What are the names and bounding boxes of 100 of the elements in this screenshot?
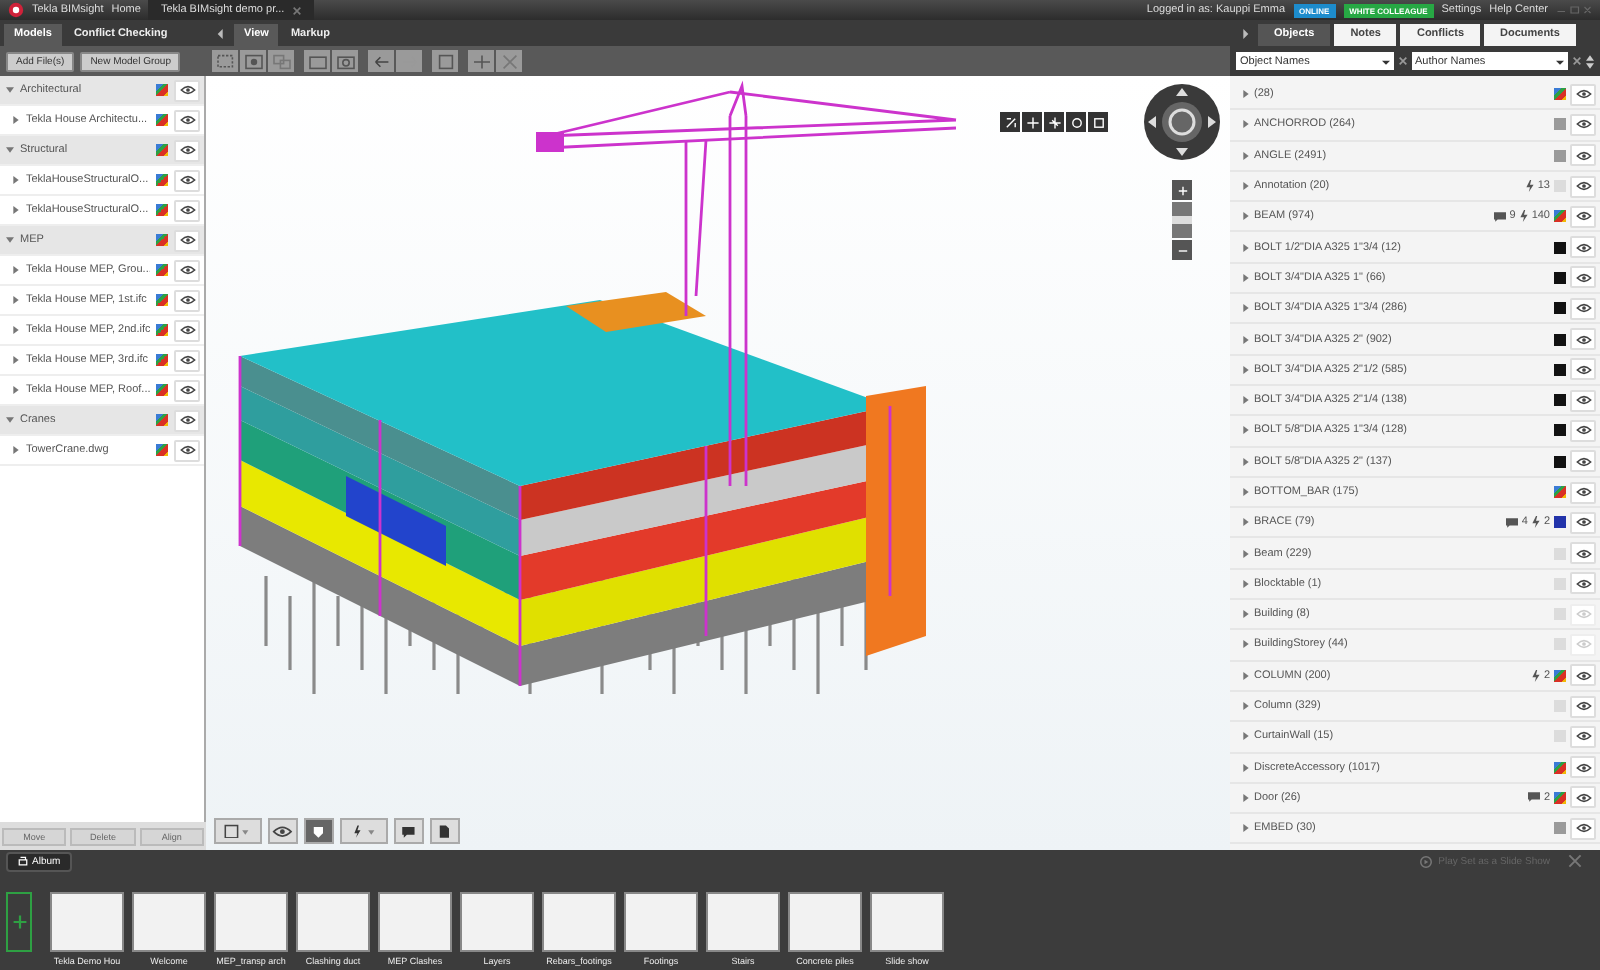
expand-arrow-icon[interactable]	[1242, 579, 1250, 588]
expand-arrow-icon[interactable]	[1242, 824, 1250, 833]
color-swatch[interactable]	[1554, 761, 1566, 774]
document-icon[interactable]	[430, 818, 460, 844]
slide-thumbnail[interactable]	[542, 892, 616, 952]
color-swatch[interactable]	[156, 174, 168, 186]
slide-thumbnail[interactable]	[706, 892, 780, 952]
visibility-toggle[interactable]	[174, 409, 200, 431]
slide-thumbnail[interactable]	[788, 892, 862, 952]
expand-arrow-icon[interactable]	[1242, 365, 1250, 374]
color-swatch[interactable]	[1554, 822, 1566, 835]
slide-thumbnail[interactable]	[296, 892, 370, 952]
select-tool-icon[interactable]	[212, 50, 238, 72]
visibility-toggle[interactable]	[1570, 756, 1596, 779]
color-swatch[interactable]	[1554, 180, 1566, 193]
expand-arrow-icon[interactable]	[6, 236, 14, 244]
expand-arrow-icon[interactable]	[1242, 702, 1250, 711]
color-swatch[interactable]	[1554, 547, 1566, 560]
color-swatch[interactable]	[156, 84, 168, 96]
expand-arrow-icon[interactable]	[1242, 610, 1250, 619]
color-swatch[interactable]	[1554, 88, 1566, 101]
slide-thumbnail[interactable]	[460, 892, 534, 952]
zoom-slider-thumb[interactable]	[1172, 216, 1192, 224]
visibility-toggle[interactable]	[1570, 358, 1596, 381]
visibility-toggle[interactable]	[174, 289, 200, 311]
screenshot-tool-icon[interactable]	[332, 50, 358, 72]
sort-icon[interactable]	[1586, 53, 1594, 69]
add-slide-button[interactable]	[6, 892, 32, 952]
visibility-toggle[interactable]	[1570, 817, 1596, 840]
expand-arrow-icon[interactable]	[12, 296, 20, 304]
color-swatch[interactable]	[156, 204, 168, 216]
fullscreen-icon[interactable]	[1088, 112, 1108, 132]
visibility-icon[interactable]	[268, 818, 298, 844]
visibility-toggle[interactable]	[1570, 297, 1596, 320]
navigation-wheel-icon[interactable]	[1142, 82, 1222, 162]
expand-arrow-icon[interactable]	[12, 176, 20, 184]
visibility-toggle[interactable]	[174, 259, 200, 281]
visibility-toggle[interactable]	[174, 139, 200, 161]
zoom-slider[interactable]	[1172, 202, 1192, 238]
color-swatch[interactable]	[1554, 516, 1566, 529]
shield-icon[interactable]	[304, 818, 334, 844]
color-swatch[interactable]	[1554, 424, 1566, 437]
visibility-toggle[interactable]	[1570, 542, 1596, 565]
color-swatch[interactable]	[1554, 730, 1566, 743]
move-icon[interactable]	[1044, 112, 1064, 132]
expand-arrow-icon[interactable]	[1242, 396, 1250, 405]
visibility-toggle[interactable]	[174, 439, 200, 461]
zoom-out-icon[interactable]	[1172, 240, 1192, 260]
visibility-toggle[interactable]	[174, 319, 200, 341]
color-swatch[interactable]	[1554, 669, 1566, 682]
color-swatch[interactable]	[1554, 302, 1566, 315]
color-swatch[interactable]	[156, 414, 168, 426]
color-swatch[interactable]	[1554, 271, 1566, 284]
visibility-toggle[interactable]	[174, 349, 200, 371]
undo-icon[interactable]	[368, 50, 394, 72]
visibility-toggle[interactable]	[1570, 603, 1596, 626]
expand-arrow-icon[interactable]	[1242, 763, 1250, 772]
pan-icon[interactable]	[1022, 112, 1042, 132]
expand-arrow-icon[interactable]	[1242, 426, 1250, 435]
perspective-icon[interactable]	[1000, 112, 1020, 132]
expand-arrow-icon[interactable]	[12, 356, 20, 364]
expand-arrow-icon[interactable]	[1242, 120, 1250, 129]
clear-filter-icon[interactable]	[1572, 56, 1582, 66]
visibility-toggle[interactable]	[174, 229, 200, 251]
3d-viewport[interactable]	[206, 76, 1230, 850]
color-swatch[interactable]	[1554, 486, 1566, 498]
color-swatch[interactable]	[1554, 210, 1566, 223]
expand-arrow-icon[interactable]	[1242, 549, 1250, 558]
expand-arrow-icon[interactable]	[1242, 518, 1250, 527]
visibility-toggle[interactable]	[1570, 481, 1596, 503]
close-icon[interactable]	[292, 5, 303, 15]
visibility-toggle[interactable]	[174, 379, 200, 401]
visibility-toggle[interactable]	[1570, 175, 1596, 198]
color-swatch[interactable]	[156, 354, 168, 366]
play-icon[interactable]	[1420, 855, 1433, 867]
slide-thumbnail[interactable]	[132, 892, 206, 952]
visibility-toggle[interactable]	[174, 169, 200, 191]
color-swatch[interactable]	[156, 114, 168, 126]
visibility-toggle[interactable]	[174, 79, 200, 101]
visibility-toggle[interactable]	[1570, 695, 1596, 718]
expand-arrow-icon[interactable]	[1242, 90, 1250, 99]
color-swatch[interactable]	[1554, 638, 1566, 651]
visibility-toggle[interactable]	[1570, 419, 1596, 442]
color-swatch[interactable]	[156, 324, 168, 336]
zoom-in-icon[interactable]	[1172, 180, 1192, 200]
color-swatch[interactable]	[1554, 700, 1566, 713]
caret-icon[interactable]	[1556, 57, 1564, 65]
expand-arrow-icon[interactable]	[1242, 488, 1250, 496]
color-swatch[interactable]	[156, 144, 168, 156]
color-swatch[interactable]	[156, 294, 168, 306]
expand-arrow-icon[interactable]	[12, 386, 20, 394]
visibility-toggle[interactable]	[1570, 725, 1596, 748]
color-swatch[interactable]	[1554, 241, 1566, 254]
color-swatch[interactable]	[1554, 455, 1566, 468]
expand-arrow-icon[interactable]	[12, 446, 20, 454]
collapse-icon[interactable]	[1240, 27, 1250, 39]
color-swatch[interactable]	[1554, 791, 1566, 804]
visibility-toggle[interactable]	[1570, 205, 1596, 228]
expand-arrow-icon[interactable]	[1242, 640, 1250, 649]
orbit-icon[interactable]	[1066, 112, 1086, 132]
